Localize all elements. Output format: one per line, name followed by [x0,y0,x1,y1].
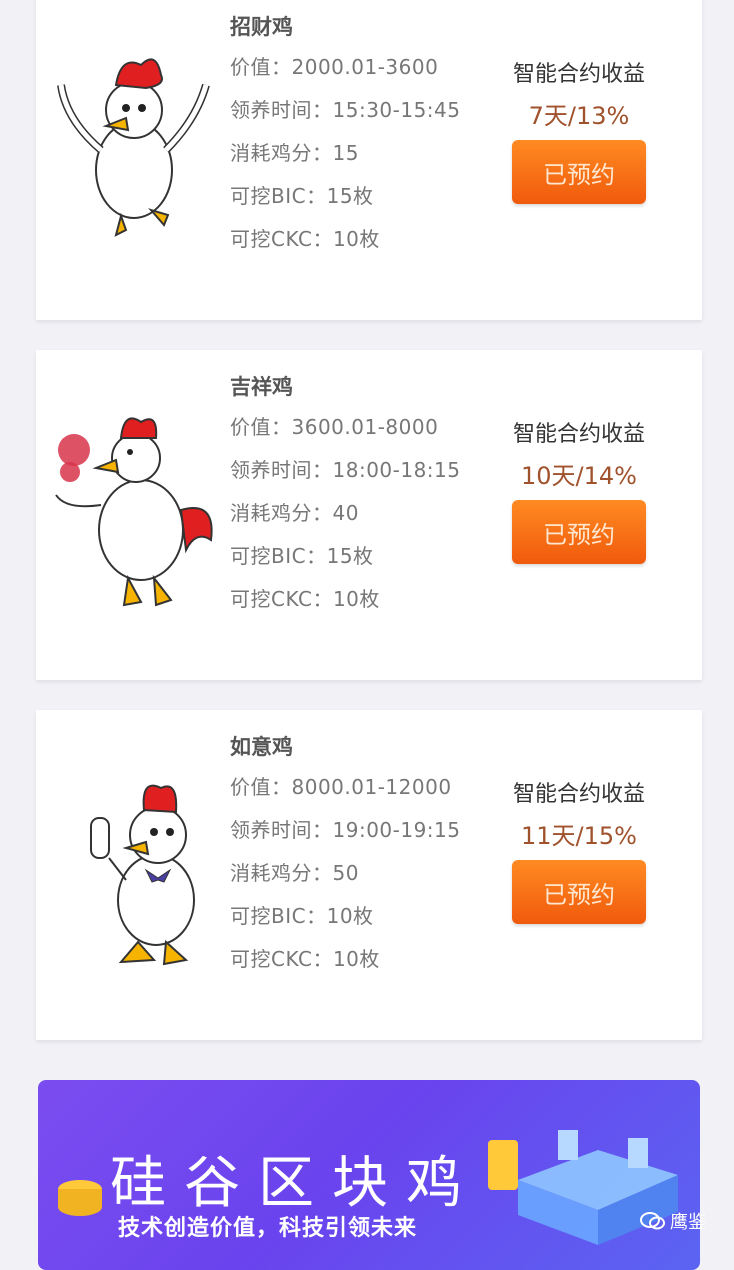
contract-label: 智能合约收益 [512,62,645,87]
bic-row: 可挖BIC：15枚 [230,544,374,568]
adopt-time-row: 领养时间：18:00-18:15 [230,458,461,482]
ckc-row: 可挖CKC：10枚 [230,227,380,251]
product-card-jixiang: 吉祥鸡 价值：3600.01-8000 领养时间：18:00-18:15 消耗鸡… [36,350,702,680]
reserved-button[interactable]: 已预约 [512,860,646,924]
ckc-row: 可挖CKC：10枚 [230,947,380,971]
reserved-button[interactable]: 已预约 [512,500,646,564]
product-name: 吉祥鸡 [230,375,293,399]
points-row: 消耗鸡分：15 [230,141,359,165]
chicken-jixiang-illustration [55,417,213,607]
contract-label: 智能合约收益 [512,422,645,447]
banner-title: 硅谷区块鸡 [110,1151,480,1216]
term-label: 7天/13% [528,102,630,130]
bic-row: 可挖BIC：15枚 [230,184,374,208]
reserved-button[interactable]: 已预约 [512,140,646,204]
ckc-row: 可挖CKC：10枚 [230,587,380,611]
points-row: 消耗鸡分：50 [230,861,359,885]
wechat-icon [640,1212,665,1230]
points-row: 消耗鸡分：40 [230,501,359,525]
watermark-text: 鹰鉴 [670,1212,706,1233]
bic-row: 可挖BIC：10枚 [230,904,374,928]
coin-stack-icon [58,1180,102,1216]
contract-label: 智能合约收益 [512,782,645,807]
term-label: 11天/15% [521,822,637,850]
promo-banner[interactable]: 硅谷区块鸡 技术创造价值，科技引领未来 [38,1080,700,1270]
banner-subtitle: 技术创造价值，科技引领未来 [118,1216,418,1241]
chicken-zhaocai-illustration [57,58,210,237]
value-row: 价值：8000.01-12000 [230,775,452,799]
product-name: 如意鸡 [230,735,293,759]
adopt-time-row: 领养时间：15:30-15:45 [230,98,461,122]
term-label: 10天/14% [521,462,637,490]
adopt-time-row: 领养时间：19:00-19:15 [230,818,461,842]
product-card-ruyi: 如意鸡 价值：8000.01-12000 领养时间：19:00-19:15 消耗… [36,710,702,1040]
chicken-ruyi-illustration [90,784,195,966]
product-card-zhaocai: 招财鸡 价值：2000.01-3600 领养时间：15:30-15:45 消耗鸡… [36,0,702,320]
watermark: 鹰鉴 [640,1208,706,1234]
product-name: 招财鸡 [230,15,293,39]
value-row: 价值：3600.01-8000 [230,415,439,439]
value-row: 价值：2000.01-3600 [230,55,439,79]
